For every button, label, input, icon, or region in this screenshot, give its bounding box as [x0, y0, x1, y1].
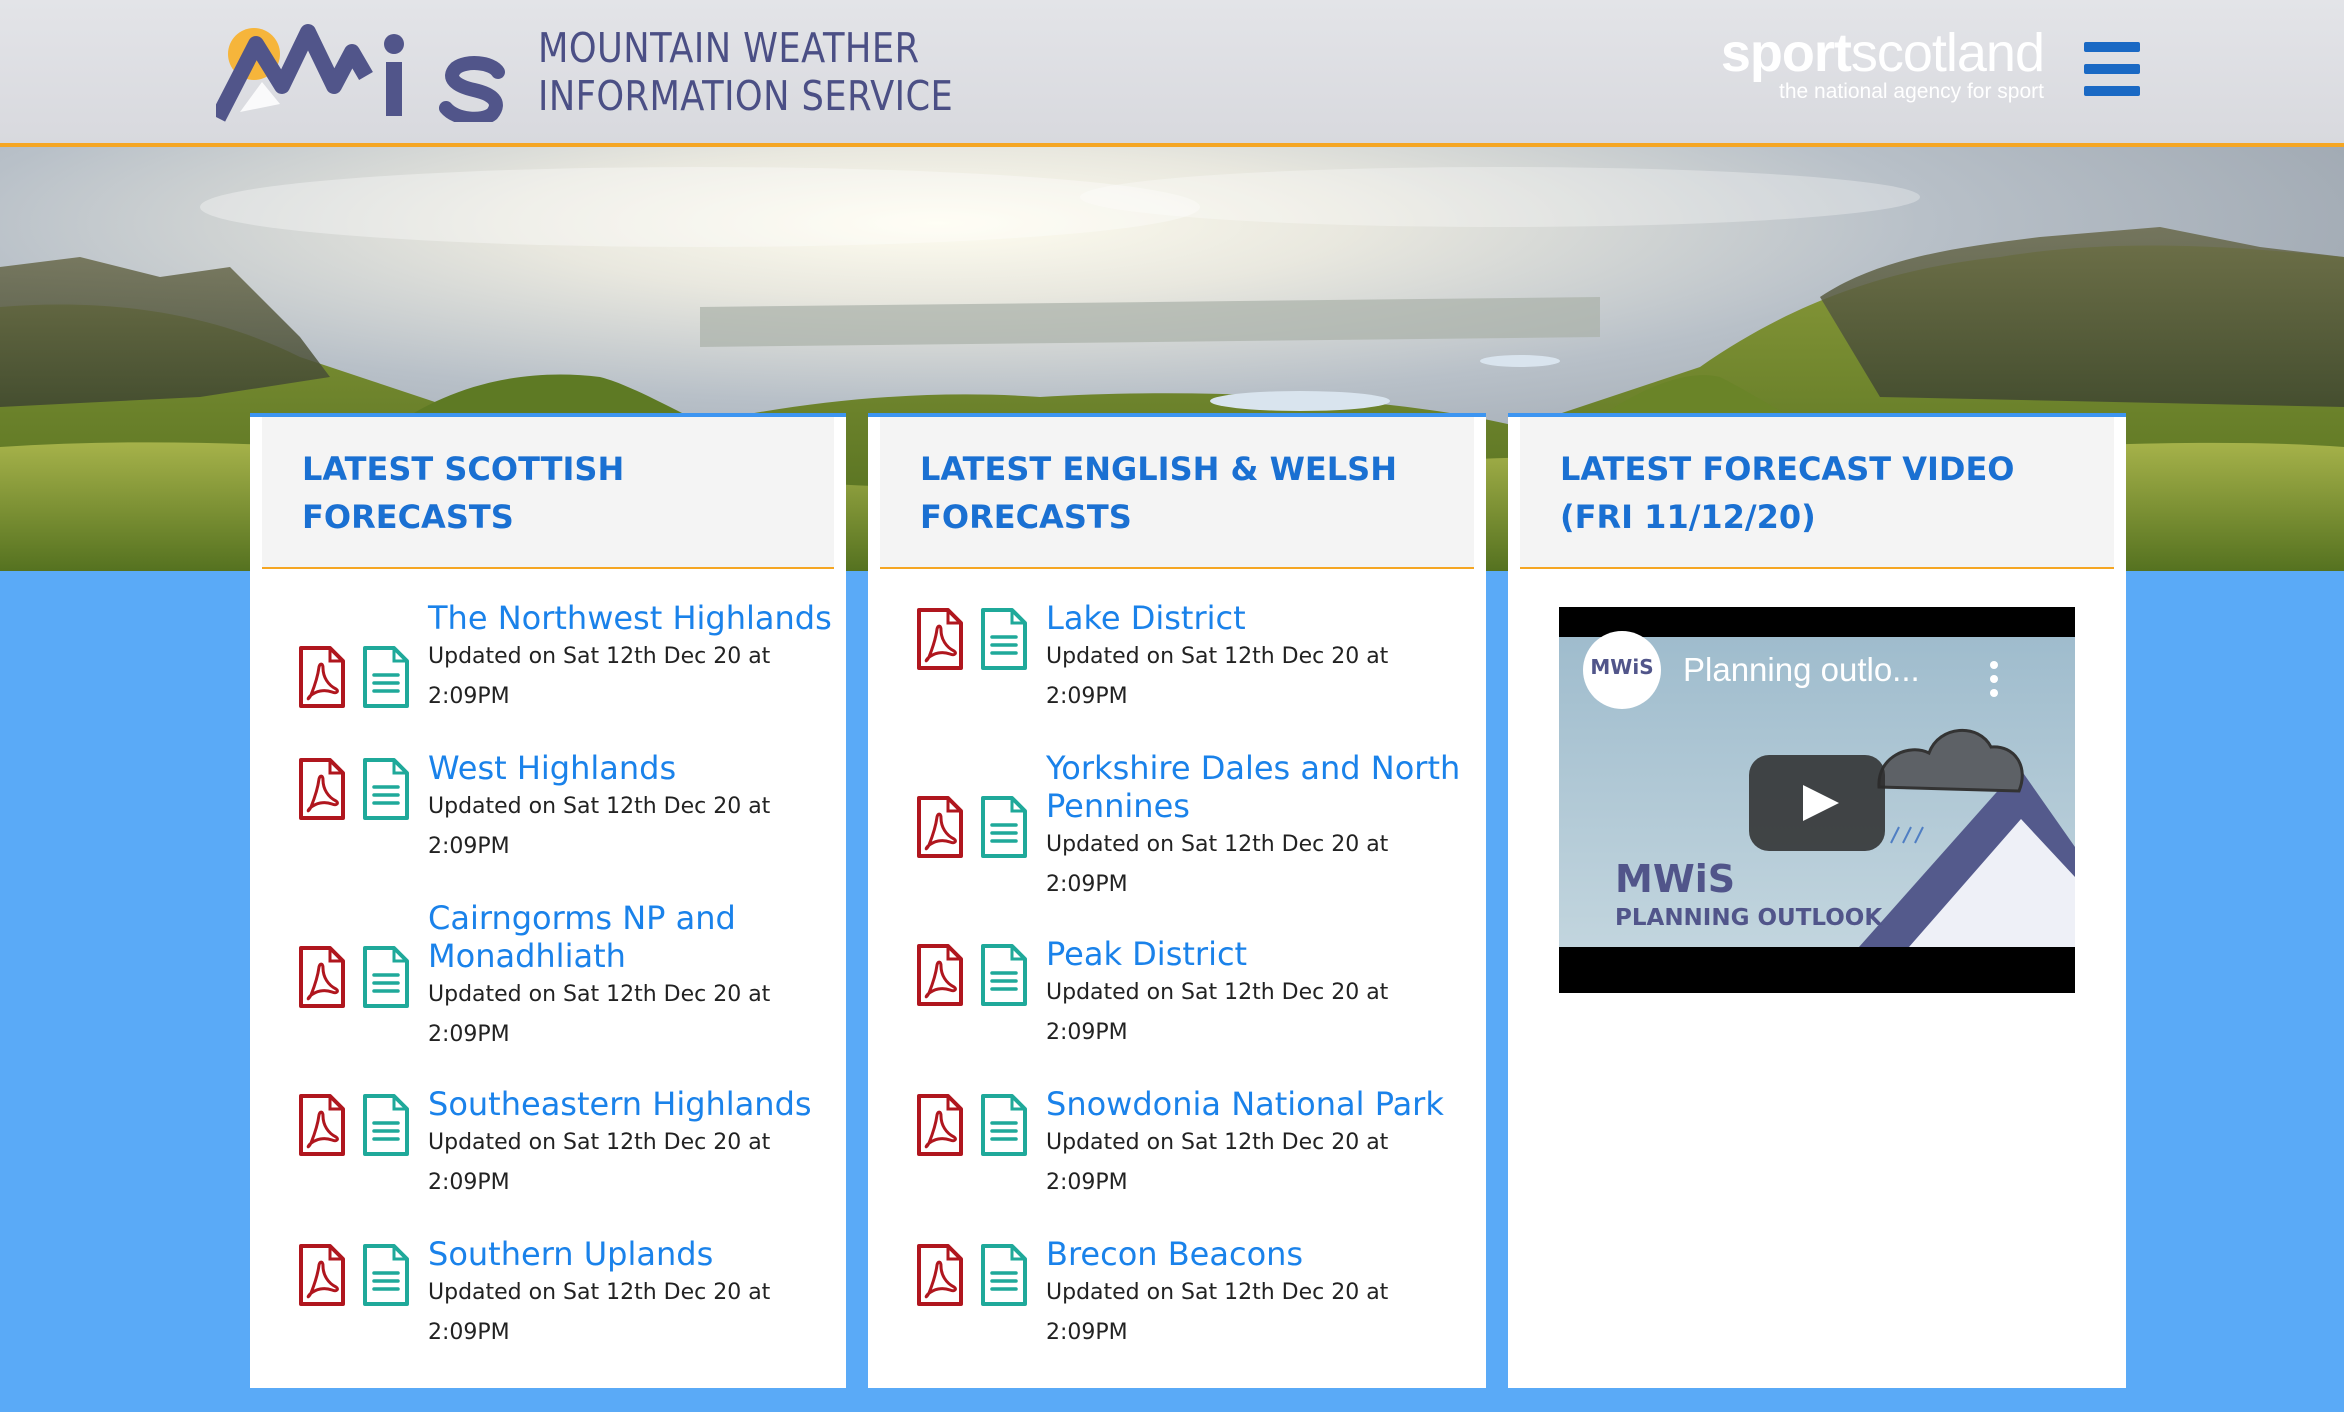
menu-bar — [2084, 42, 2140, 52]
document-icon[interactable] — [980, 1093, 1028, 1157]
forecast-link-snowdonia[interactable]: Snowdonia National Park — [1046, 1085, 1486, 1123]
forecast-link-southern-uplands[interactable]: Southern Uplands — [428, 1235, 846, 1273]
forecast-link-peak-district[interactable]: Peak District — [1046, 935, 1486, 973]
forecast-link-west-highlands[interactable]: West Highlands — [428, 749, 846, 787]
pdf-icon[interactable] — [916, 1093, 964, 1157]
brand-title-line-2: INFORMATION SERVICE — [538, 72, 954, 120]
forecast-link-southeastern-highlands[interactable]: Southeastern Highlands — [428, 1085, 846, 1123]
updated-timestamp: Updated on Sat 12th Dec 20 at 2:09PM — [1046, 644, 1389, 709]
pdf-icon[interactable] — [298, 645, 346, 709]
pdf-icon[interactable] — [298, 945, 346, 1009]
updated-timestamp: Updated on Sat 12th Dec 20 at 2:09PM — [428, 1280, 771, 1345]
updated-timestamp: Updated on Sat 12th Dec 20 at 2:09PM — [428, 1130, 771, 1195]
forecast-link-cairngorms[interactable]: Cairngorms NP and Monadhliath — [428, 899, 846, 975]
updated-timestamp: Updated on Sat 12th Dec 20 at 2:09PM — [428, 982, 771, 1047]
menu-bar — [2084, 64, 2140, 74]
menu-bar — [2084, 86, 2140, 96]
list-item: Peak District Updated on Sat 12th Dec 20… — [868, 935, 1486, 1055]
card-title: LATEST ENGLISH & WELSH FORECASTS — [880, 417, 1474, 569]
thumbnail-caption: PLANNING OUTLOOK — [1615, 905, 1883, 931]
document-icon[interactable] — [980, 795, 1028, 859]
pdf-icon[interactable] — [916, 943, 964, 1007]
channel-badge-text: MWiS — [1590, 655, 1654, 679]
play-button-icon[interactable] — [1749, 755, 1885, 851]
scottish-forecasts-card: LATEST SCOTTISH FORECASTS The Northwest … — [250, 413, 846, 1388]
list-item: Lake District Updated on Sat 12th Dec 20… — [868, 599, 1486, 719]
pdf-icon[interactable] — [916, 607, 964, 671]
mwis-logo[interactable] — [216, 22, 510, 122]
list-item: Yorkshire Dales and North Pennines Updat… — [868, 749, 1486, 905]
card-title: LATEST FORECAST VIDEO (FRI 11/12/20) — [1520, 417, 2114, 569]
thumbnail-brand: MWiS — [1615, 857, 1736, 901]
list-item: Snowdonia National Park Updated on Sat 1… — [868, 1085, 1486, 1205]
forecast-link-northwest-highlands[interactable]: The Northwest Highlands — [428, 599, 846, 637]
brand-title-line-1: MOUNTAIN WEATHER — [538, 24, 920, 72]
forecast-link-brecon-beacons[interactable]: Brecon Beacons — [1046, 1235, 1486, 1273]
pdf-icon[interactable] — [298, 1093, 346, 1157]
updated-timestamp: Updated on Sat 12th Dec 20 at 2:09PM — [1046, 1280, 1389, 1345]
forecast-list: The Northwest Highlands Updated on Sat 1… — [250, 569, 846, 1355]
document-icon[interactable] — [980, 607, 1028, 671]
pdf-icon[interactable] — [916, 1243, 964, 1307]
updated-timestamp: Updated on Sat 12th Dec 20 at 2:09PM — [428, 794, 771, 859]
document-icon[interactable] — [362, 645, 410, 709]
sponsor-name-regular: scotland — [1850, 23, 2045, 83]
pdf-icon[interactable] — [298, 757, 346, 821]
english-welsh-forecasts-card: LATEST ENGLISH & WELSH FORECASTS Lake Di… — [868, 413, 1486, 1388]
forecast-list: Lake District Updated on Sat 12th Dec 20… — [868, 569, 1486, 1355]
updated-timestamp: Updated on Sat 12th Dec 20 at 2:09PM — [428, 644, 771, 709]
forecast-link-lake-district[interactable]: Lake District — [1046, 599, 1486, 637]
sponsor-name: sportscotland — [1720, 23, 2045, 83]
list-item: The Northwest Highlands Updated on Sat 1… — [250, 599, 846, 719]
list-item: West Highlands Updated on Sat 12th Dec 2… — [250, 749, 846, 869]
pdf-icon[interactable] — [298, 1243, 346, 1307]
sportscotland-logo[interactable]: sportscotland the national agency for sp… — [1720, 23, 2045, 104]
document-icon[interactable] — [362, 757, 410, 821]
pdf-icon[interactable] — [916, 795, 964, 859]
list-item: Southern Uplands Updated on Sat 12th Dec… — [250, 1235, 846, 1355]
more-options-icon[interactable] — [1979, 659, 2009, 699]
document-icon[interactable] — [362, 1093, 410, 1157]
updated-timestamp: Updated on Sat 12th Dec 20 at 2:09PM — [1046, 832, 1389, 897]
list-item: Cairngorms NP and Monadhliath Updated on… — [250, 899, 846, 1055]
updated-timestamp: Updated on Sat 12th Dec 20 at 2:09PM — [1046, 980, 1389, 1045]
updated-timestamp: Updated on Sat 12th Dec 20 at 2:09PM — [1046, 1130, 1389, 1195]
forecast-link-yorkshire-dales[interactable]: Yorkshire Dales and North Pennines — [1046, 749, 1486, 825]
forecast-video-card: LATEST FORECAST VIDEO (FRI 11/12/20) MWi… — [1508, 413, 2126, 1388]
card-title: LATEST SCOTTISH FORECASTS — [262, 417, 834, 569]
video-player[interactable]: MWiS Planning outlo... MWiS PLANNING OUT… — [1559, 607, 2075, 993]
sponsor-name-bold: sport — [1720, 23, 1852, 83]
sponsor-tagline: the national agency for sport — [1778, 80, 2044, 103]
document-icon[interactable] — [980, 1243, 1028, 1307]
site-header: MOUNTAIN WEATHER INFORMATION SERVICE spo… — [0, 0, 2344, 147]
document-icon[interactable] — [362, 1243, 410, 1307]
list-item: Brecon Beacons Updated on Sat 12th Dec 2… — [868, 1235, 1486, 1355]
document-icon[interactable] — [362, 945, 410, 1009]
hamburger-icon[interactable] — [2084, 42, 2140, 96]
list-item: Southeastern Highlands Updated on Sat 12… — [250, 1085, 846, 1205]
document-icon[interactable] — [980, 943, 1028, 1007]
video-title[interactable]: Planning outlo... — [1683, 651, 1920, 689]
